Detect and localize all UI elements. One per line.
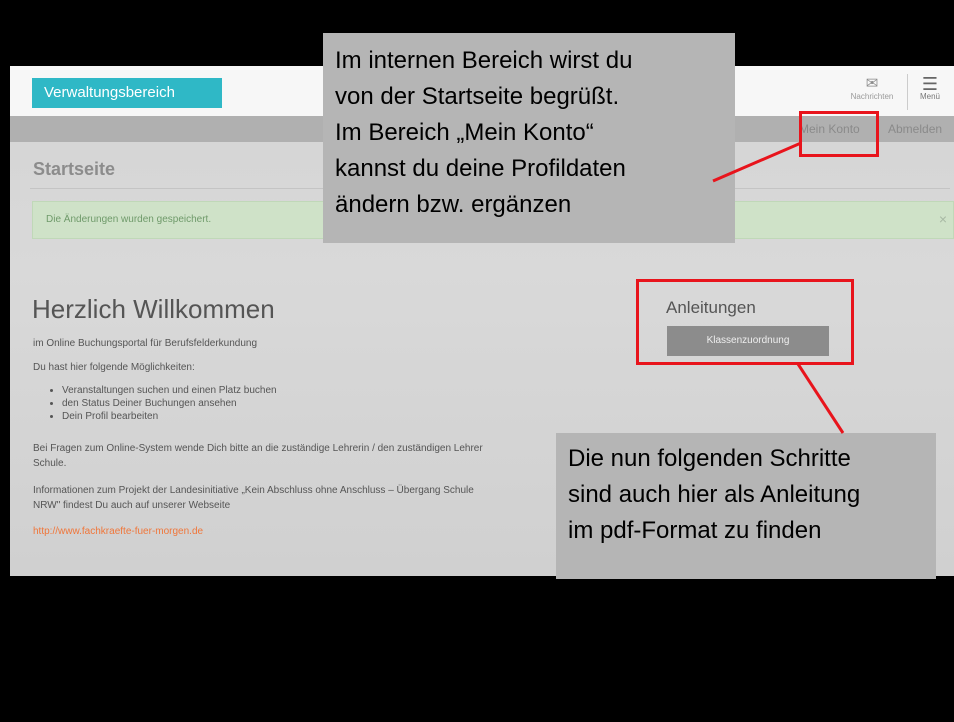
welcome-heading: Herzlich Willkommen (32, 294, 275, 324)
hamburger-icon: ☰ (921, 74, 939, 94)
subtitle-text: im Online Buchungsportal für Berufsfelde… (33, 338, 258, 349)
website-link[interactable]: http://www.fachkraefte-fuer-morgen.de (33, 526, 203, 537)
highlight-my-account (799, 111, 879, 157)
annotation-line: Im Bereich „Mein Konto“ (335, 119, 594, 146)
annotation-line: ändern bzw. ergänzen (335, 191, 572, 218)
annotation-box-guides: Die nun folgenden Schritte sind auch hie… (556, 433, 936, 579)
options-intro: Du hast hier folgende Möglichkeiten: (33, 362, 195, 373)
menu-label: Menü (919, 92, 940, 101)
messages-label: Nachrichten (850, 92, 894, 101)
annotation-line: Die nun folgenden Schritte (568, 445, 851, 472)
info-text-cont: NRW" findest Du auch auf unserer Webseit… (33, 500, 231, 511)
questions-text: Bei Fragen zum Online-System wende Dich … (33, 443, 483, 454)
list-item: Dein Profil bearbeiten (62, 410, 277, 423)
page-title: Startseite (33, 159, 116, 179)
messages-button[interactable]: ✉ Nachrichten (850, 75, 894, 102)
annotation-line: kannst du deine Profildaten (335, 155, 626, 182)
divider (907, 74, 908, 110)
logout-link[interactable]: Abmelden (888, 122, 942, 136)
annotation-line: im pdf-Format zu finden (568, 517, 822, 544)
envelope-icon: ✉ (865, 75, 879, 92)
list-item: Veranstaltungen suchen und einen Platz b… (62, 384, 277, 397)
highlight-guides (636, 279, 854, 365)
admin-area-button[interactable]: Verwaltungsbereich (32, 78, 222, 108)
alert-text: Die Änderungen wurden gespeichert. (46, 214, 212, 225)
annotation-line: sind auch hier als Anleitung (568, 481, 861, 508)
options-list: Veranstaltungen suchen und einen Platz b… (46, 384, 277, 423)
list-item: den Status Deiner Buchungen ansehen (62, 397, 277, 410)
annotation-box-account: Im internen Bereich wirst du von der Sta… (323, 33, 735, 243)
annotation-line: Im internen Bereich wirst du (335, 47, 633, 74)
annotation-line: von der Startseite begrüßt. (335, 83, 620, 110)
questions-text-cont: Schule. (33, 458, 67, 469)
close-icon[interactable]: × (939, 211, 947, 227)
menu-button[interactable]: ☰ Menü (915, 74, 945, 101)
info-text: Informationen zum Projekt der Landesinit… (33, 485, 474, 496)
